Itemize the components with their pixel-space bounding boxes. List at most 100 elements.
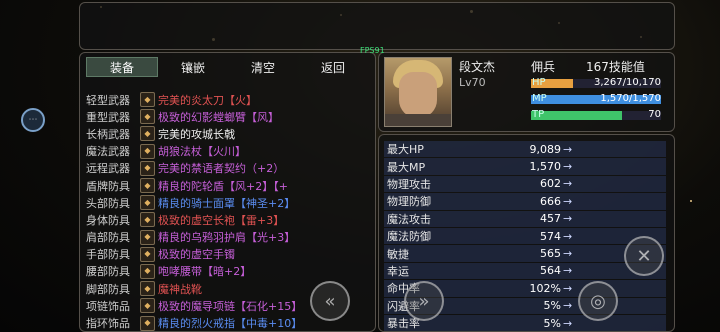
stat-arrow: → <box>563 247 573 261</box>
tab-inlay[interactable]: 镶嵌 <box>158 57 228 77</box>
tab-back[interactable]: 返回 <box>298 57 368 77</box>
stat-row: 物理攻击 602 → <box>384 175 666 193</box>
stat-row: 最大HP 9,089 → <box>384 141 666 158</box>
bracer-icon: ◆ <box>140 246 155 262</box>
character-role: 佣兵 <box>531 60 556 74</box>
stat-arrow: → <box>563 316 573 330</box>
fps-counter: FPS91 <box>360 46 385 55</box>
equipment-row[interactable]: 头部防具 ◆ 精良的骑士面罩【神圣+2】 <box>86 194 370 211</box>
character-level: Lv70 <box>459 76 486 89</box>
stat-value: 457 <box>540 212 561 226</box>
equipment-slot-label: 腰部防具 <box>86 265 130 279</box>
equipment-row[interactable]: 手部防具 ◆ 极致的虚空手镯 <box>86 246 370 263</box>
equipment-row[interactable]: 腰部防具 ◆ 咆哮腰带【暗+2】 <box>86 263 370 280</box>
equipment-item-name: 完美的炎太刀【火】 <box>158 93 257 107</box>
mp-label: MP <box>532 93 547 104</box>
equipment-slot-label: 长柄武器 <box>86 127 130 141</box>
hp-value: 3,267/10,170 <box>594 77 661 88</box>
stat-arrow: → <box>563 264 573 278</box>
stat-value: 574 <box>540 229 561 243</box>
equipment-slot-label: 脚部防具 <box>86 282 130 296</box>
equipment-slot-label: 魔法武器 <box>86 145 130 159</box>
equipment-item-name: 极致的虚空手镯 <box>158 248 235 262</box>
stat-name: 魔法防御 <box>387 230 431 244</box>
equipment-item-name: 精良的陀轮盾【风+2】【+ <box>158 179 288 193</box>
stat-value: 564 <box>540 264 561 278</box>
equipment-row[interactable]: 魔法武器 ◆ 胡狼法杖【火川】 <box>86 143 370 160</box>
stat-arrow: → <box>563 160 573 174</box>
boots-icon: ◆ <box>140 281 155 297</box>
sword-icon: ◆ <box>140 109 155 125</box>
action-button[interactable]: ◎ <box>578 281 618 321</box>
spear-icon: ◆ <box>140 126 155 142</box>
stat-arrow: → <box>563 299 573 313</box>
close-button[interactable]: ✕ <box>624 236 664 276</box>
necklace-icon: ◆ <box>140 298 155 314</box>
ring-icon: ◆ <box>140 315 155 331</box>
equipment-item-name: 极致的虚空长袍【雷+3】 <box>158 213 285 227</box>
stat-name: 最大MP <box>387 160 426 174</box>
helmet-icon: ◆ <box>140 195 155 211</box>
equipment-row[interactable]: 肩部防具 ◆ 精良的乌鸦羽护肩【光+3】 <box>86 229 370 246</box>
menu-button[interactable]: ⋯ <box>21 108 45 132</box>
hp-label: HP <box>532 77 546 88</box>
previous-button[interactable]: « <box>310 281 350 321</box>
stat-name: 物理攻击 <box>387 177 431 191</box>
equipment-row[interactable]: 远程武器 ◆ 完美的禁语者契约（+2） <box>86 160 370 177</box>
stat-name: 物理防御 <box>387 195 431 209</box>
stat-arrow: → <box>563 229 573 243</box>
equipment-slot-label: 轻型武器 <box>86 93 130 107</box>
tp-label: TP <box>532 109 545 120</box>
stat-value: 102% <box>529 281 561 295</box>
tab-equip[interactable]: 装备 <box>86 57 158 77</box>
stat-row: 魔法防御 574 → <box>384 227 666 245</box>
equipment-slot-label: 远程武器 <box>86 162 130 176</box>
stat-row: 幸运 564 → <box>384 262 666 280</box>
belt-icon: ◆ <box>140 263 155 279</box>
equipment-item-name: 完美的禁语者契约（+2） <box>158 162 285 176</box>
stat-value: 666 <box>540 194 561 208</box>
stat-name: 幸运 <box>387 264 409 278</box>
stat-value: 1,570 <box>529 160 562 174</box>
character-name: 段文杰 <box>459 60 496 74</box>
stat-name: 最大HP <box>387 143 424 157</box>
stat-value: 5% <box>543 299 561 313</box>
equipment-row[interactable]: 身体防具 ◆ 极致的虚空长袍【雷+3】 <box>86 211 370 228</box>
equipment-row[interactable]: 重型武器 ◆ 极致的幻影螳螂臂【风】 <box>86 108 370 125</box>
equipment-item-name: 极致的魔导项链【石化+15】 <box>158 299 303 313</box>
equipment-item-name: 精良的乌鸦羽护肩【光+3】 <box>158 231 296 245</box>
equipment-row[interactable]: 轻型武器 ◆ 完美的炎太刀【火】 <box>86 91 370 108</box>
equipment-row[interactable]: 盾牌防具 ◆ 精良的陀轮盾【风+2】【+ <box>86 177 370 194</box>
equipment-item-name: 完美的攻城长戟 <box>158 127 235 141</box>
equipment-slot-label: 肩部防具 <box>86 231 130 245</box>
equipment-item-name: 胡狼法杖【火川】 <box>158 145 246 159</box>
stat-value: 565 <box>540 247 561 261</box>
equipment-slot-label: 指环饰品 <box>86 317 130 331</box>
shoulder-icon: ◆ <box>140 229 155 245</box>
tab-clear[interactable]: 清空 <box>228 57 298 77</box>
equipment-tabs: 装备 镶嵌 清空 返回 <box>86 57 368 77</box>
stat-arrow: → <box>563 212 573 226</box>
equipment-slot-label: 项链饰品 <box>86 299 130 313</box>
stat-name: 敏捷 <box>387 247 409 261</box>
next-button[interactable]: » <box>404 281 444 321</box>
shield-icon: ◆ <box>140 178 155 194</box>
equipment-item-name: 咆哮腰带【暗+2】 <box>158 265 252 279</box>
equipment-item-name: 精良的骑士面罩【神圣+2】 <box>158 196 296 210</box>
robe-icon: ◆ <box>140 212 155 228</box>
stat-value: 602 <box>540 177 561 191</box>
stat-arrow: → <box>563 177 573 191</box>
equipment-slot-label: 手部防具 <box>86 248 130 262</box>
star <box>690 200 692 202</box>
equipment-item-name: 极致的幻影螳螂臂【风】 <box>158 110 279 124</box>
stat-value: 9,089 <box>529 142 562 156</box>
equipment-slot-label: 头部防具 <box>86 196 130 210</box>
mp-bar: MP 1,570/1,570 <box>531 93 661 105</box>
equipment-row[interactable]: 长柄武器 ◆ 完美的攻城长戟 <box>86 125 370 142</box>
stat-row: 最大MP 1,570 → <box>384 158 666 175</box>
equipment-item-name: 魔神战靴 <box>158 282 202 296</box>
top-panel <box>79 2 675 50</box>
equipment-item-name: 精良的烈火戒指【中毒+10】 <box>158 317 303 331</box>
staff-icon: ◆ <box>140 143 155 159</box>
stat-name: 暴击率 <box>387 317 420 331</box>
